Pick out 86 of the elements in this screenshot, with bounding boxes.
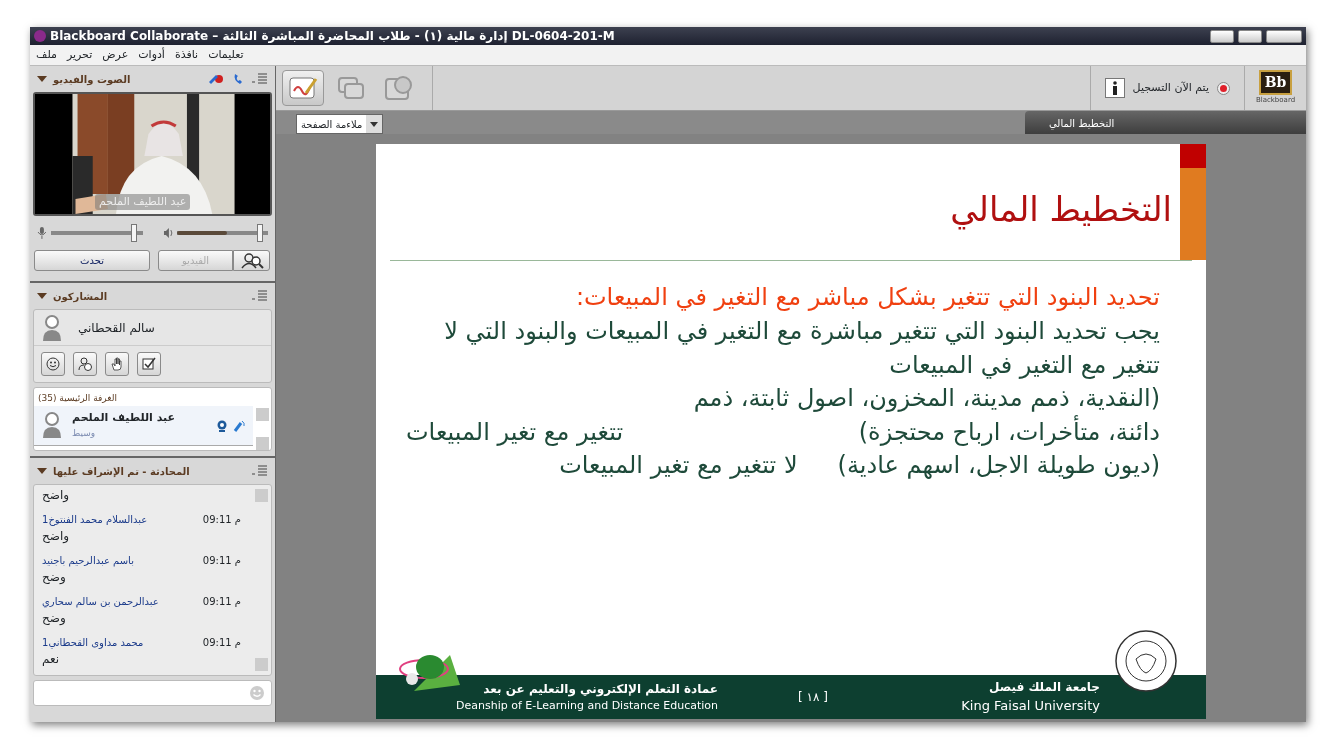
menu-item[interactable]: تحرير [66,46,93,64]
message-text: واضح [42,487,70,504]
panel-title: الصوت والفيديو [53,72,131,87]
menu-item[interactable]: عرض [102,46,129,64]
emoticon-button[interactable] [41,352,65,376]
scrollbar[interactable] [255,489,268,671]
microphone-icon [37,227,47,239]
panel-title: المشاركون [53,289,108,304]
recording-icon [1217,81,1230,95]
sender-name: محمد مداوى القحطاني1 [42,636,144,650]
sender-name: عبدالرحمن بن سالم سحاري [42,595,159,609]
menu-icon[interactable] [252,465,268,477]
video-caption: عبد اللطيف الملحم [95,193,191,210]
tool-button[interactable] [282,70,324,106]
caret-icon [370,121,379,127]
room-label: الغرفة الرئيسية (35) [37,392,118,405]
collapse-icon[interactable] [37,468,47,474]
raise-hand-button[interactable] [105,352,129,376]
webcam-icon [215,419,228,432]
globe-icon [384,75,414,101]
collapse-icon[interactable] [37,293,47,299]
user-search-icon [239,252,264,269]
windows-icon [336,75,366,101]
menu-item[interactable]: أدوات [138,46,165,64]
user-clock-icon [78,357,92,371]
smiley-icon [46,357,60,371]
close-button[interactable] [1266,29,1302,43]
slider-thumb[interactable] [130,224,137,242]
sender-name: عبدالسلام محمد الفنتوخ1 [42,513,148,527]
talk-button[interactable]: تحدث [34,250,150,271]
user-icon [42,314,62,341]
away-button[interactable] [73,352,97,376]
microphone-icon [233,419,245,432]
chat-input-field[interactable] [33,680,272,706]
slider-thumb[interactable] [256,224,263,242]
app-icon [34,30,46,42]
message-text: نعم [42,651,60,668]
slide-paragraph: يجب تحديد البنود التي تتغير مباشرة مع التغير في المبيعات والبنود التي لا تتغير مع التغير في المبيعات [443,316,1160,381]
message-time: م 09:11 [202,554,241,568]
slide-heading: تحديد البنود التي تتغير بشكل مباشر مع التغير في المبيعات: [574,282,1160,313]
checkbox-icon [142,357,156,371]
slide-text: تتغير مع تغير المبيعات [406,416,624,448]
menu-item[interactable]: نافذة [174,46,199,64]
message-text: واضح [42,528,70,545]
slide-title: التخطيط المالي [950,188,1173,232]
user-icon [42,412,62,438]
recording-label: يتم الآن التسجيل [1132,79,1209,96]
window-title: Blackboard Collaborate – إدارة مالية (١) - طلاب المحاضرة المباشرة الثالثة DL-0604-201-M [50,28,616,45]
maximize-button[interactable] [1238,29,1262,43]
participant-role: وسيط [72,426,97,440]
page-number: [ ١٨ ] [798,689,828,706]
logo: Bb [1258,70,1293,96]
slide-text: (النقدية، ذمم مدينة، المخزون، اصول ثابتة، ذمم دائنة، متأخرات، ارباح محتجزة) [692,383,1160,448]
user-name: سالم القحطاني [78,319,155,337]
minimize-button[interactable] [1210,29,1234,43]
deanship-name: Deanship of E-Learning and Distance Education [456,697,718,714]
menu-item[interactable]: ملف [36,46,57,64]
menu-icon[interactable] [252,290,268,302]
poll-button[interactable] [137,352,161,376]
settings-icon[interactable] [208,72,226,86]
deanship-name: عمادة التعلم الإلكتروني والتعليم عن بعد [483,680,718,698]
message-time: م 09:11 [202,595,241,609]
message-time: م 09:11 [202,636,241,650]
slide-text: لا تتغير مع تغير المبيعات [559,450,798,482]
university-name: جامعة الملك فيصل [988,679,1100,697]
panel-title: المحادثة - تم الإشراف عليها [53,464,190,479]
camera-preview-button[interactable] [233,250,270,271]
sender-name: باسم عبدالرحيم باجنيد [42,554,134,568]
message-time: م 09:11 [202,513,241,527]
zoom-dropdown[interactable]: ملاءمة الصفحة [296,114,384,134]
whiteboard-icon [288,75,318,101]
hand-icon [110,357,124,371]
document-tab[interactable]: التخطيط المالي [1025,111,1306,134]
message-text: وضح [42,569,66,586]
message-text: وضح [42,610,66,627]
info-button[interactable] [1104,78,1125,98]
menu-item[interactable]: تعليمات [208,46,244,64]
slide-text: (ديون طويلة الاجل، اسهم عادية) [837,450,1160,482]
speaker-icon [163,227,174,239]
info-icon [1110,81,1119,95]
university-name: King Faisal University [961,697,1100,716]
menu-icon[interactable] [252,73,268,85]
university-seal-icon [1114,629,1178,693]
zoom-value: ملاءمة الصفحة [300,117,364,132]
collapse-icon[interactable] [37,76,47,82]
participant-name: عبد اللطيف الملحم [72,410,177,426]
